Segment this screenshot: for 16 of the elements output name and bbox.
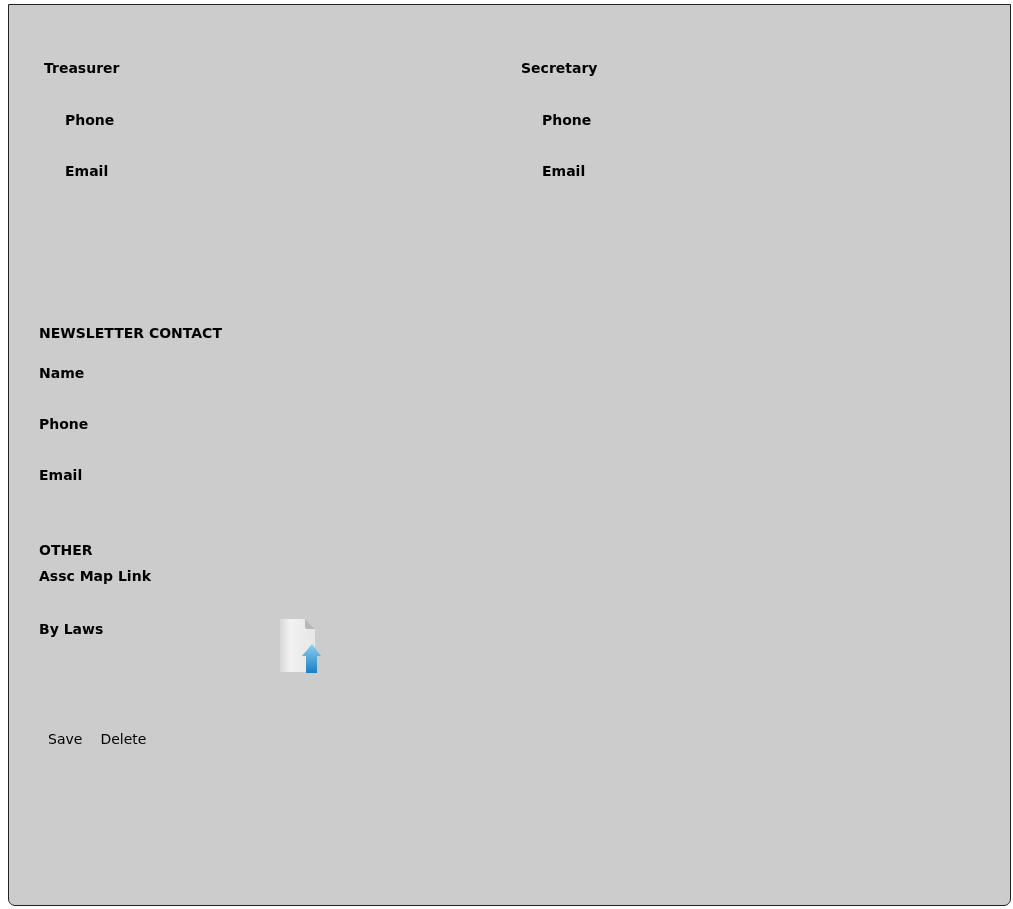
field-label: By Laws bbox=[39, 620, 105, 639]
field-label: Email bbox=[65, 162, 109, 181]
field-label: Email bbox=[542, 162, 586, 181]
officer-title: Treasurer bbox=[44, 59, 120, 78]
action-button[interactable]: Delete bbox=[91, 729, 156, 749]
action-button[interactable]: Save bbox=[39, 729, 92, 749]
officer-title: Secretary bbox=[521, 59, 598, 78]
field-label: Assc Map Link bbox=[39, 567, 151, 586]
section-heading: NEWSLETTER CONTACT bbox=[39, 324, 222, 343]
field-label: Phone bbox=[39, 415, 89, 434]
file-upload-icon[interactable] bbox=[279, 618, 321, 674]
field-label: Phone bbox=[65, 111, 115, 130]
field-label: Email bbox=[39, 466, 83, 485]
field-label: Name bbox=[39, 364, 85, 383]
field-label: Phone bbox=[542, 111, 592, 130]
section-heading: OTHER bbox=[39, 541, 93, 560]
